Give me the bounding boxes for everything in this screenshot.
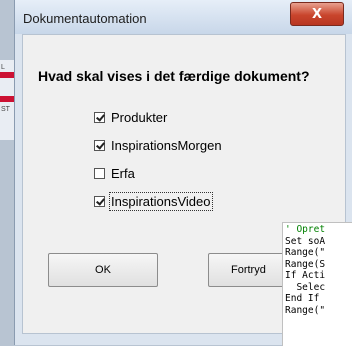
background-fragment: ST bbox=[1, 106, 10, 113]
checkbox[interactable] bbox=[94, 111, 105, 123]
code-line: End If bbox=[285, 293, 320, 304]
option-label: InspirationsVideo bbox=[109, 191, 213, 211]
title-bar[interactable]: Dokumentautomation X bbox=[15, 0, 352, 34]
background-red-bar bbox=[0, 72, 14, 78]
code-line: Set soA bbox=[285, 235, 326, 247]
option-inspirationsmorgen[interactable]: InspirationsMorgen bbox=[94, 136, 222, 154]
code-line: Range(S bbox=[285, 258, 326, 270]
code-line: Range(" bbox=[285, 247, 326, 258]
option-label: InspirationsMorgen bbox=[111, 137, 222, 153]
option-inspirationsvideo[interactable]: InspirationsVideo bbox=[94, 191, 213, 211]
code-line: If Acti bbox=[285, 270, 326, 281]
code-line: Selec bbox=[285, 281, 326, 293]
background-app-strip: L ST bbox=[0, 60, 14, 140]
option-erfa[interactable]: Erfa bbox=[94, 164, 135, 182]
option-produkter[interactable]: Produkter bbox=[94, 108, 167, 126]
checkbox[interactable] bbox=[94, 139, 105, 151]
background-red-bar bbox=[0, 96, 14, 102]
checkbox[interactable] bbox=[94, 167, 105, 179]
close-icon: X bbox=[311, 6, 323, 22]
code-line: ' Opret bbox=[285, 224, 326, 235]
background-fragment: L bbox=[1, 64, 5, 71]
code-line: Range(" bbox=[285, 304, 326, 316]
code-editor[interactable]: ' Opret Set soA Range(" Range(S If Acti … bbox=[282, 222, 352, 346]
option-label: Erfa bbox=[111, 165, 135, 181]
option-label: Produkter bbox=[111, 109, 168, 125]
close-button[interactable]: X bbox=[290, 2, 344, 26]
dialog-title: Dokumentautomation bbox=[23, 11, 147, 26]
question-heading: Hvad skal vises i det færdige dokument? bbox=[38, 68, 310, 84]
ok-button[interactable]: OK bbox=[48, 253, 158, 287]
checkbox[interactable] bbox=[94, 195, 105, 207]
code-lines: ' Opret Set soA Range(" Range(S If Acti … bbox=[283, 223, 352, 316]
